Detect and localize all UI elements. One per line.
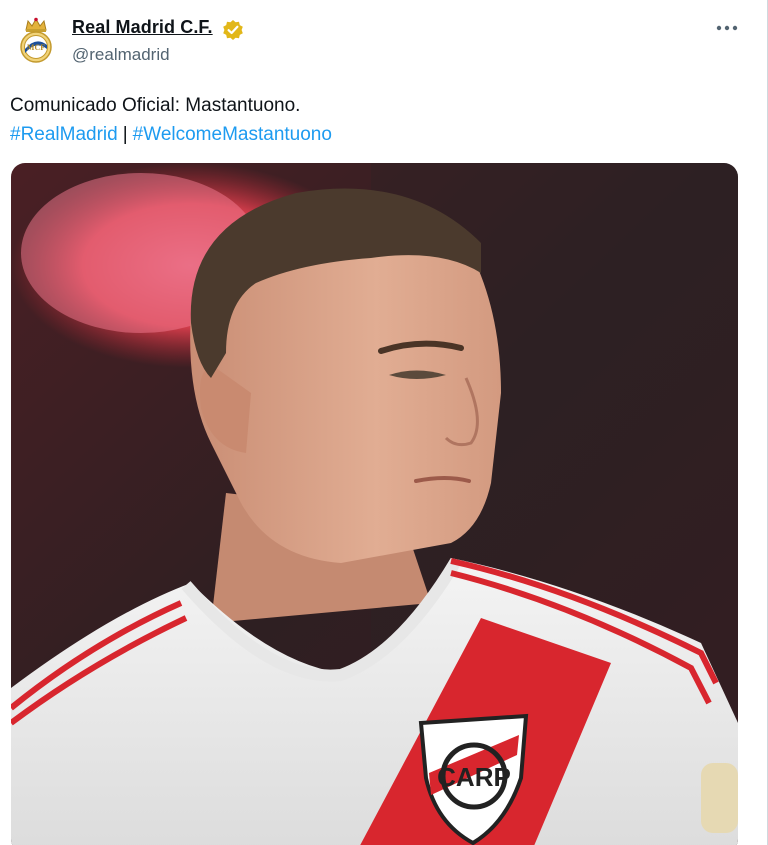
tweet-text: Comunicado Oficial: Mastantuono. #RealMa…	[10, 91, 332, 149]
real-madrid-crest-icon: MCF	[20, 17, 52, 63]
verified-gold-badge-icon	[223, 20, 243, 40]
hashtag-link[interactable]: #RealMadrid	[10, 124, 118, 145]
more-dots-icon	[716, 25, 738, 31]
author-name[interactable]: Real Madrid C.F.	[72, 17, 213, 38]
verified-badge	[222, 19, 244, 41]
author-avatar[interactable]: MCF	[17, 16, 55, 64]
tweet-text-line: Comunicado Oficial: Mastantuono.	[10, 95, 301, 116]
author-handle[interactable]: @realmadrid	[72, 45, 170, 65]
svg-text:MCF: MCF	[27, 43, 45, 52]
more-options-button[interactable]	[712, 14, 742, 42]
hashtag-separator: |	[122, 124, 128, 145]
tweet-card: MCF Real Madrid C.F. @realmadrid Comunic…	[0, 0, 768, 845]
hashtag-link[interactable]: #WelcomeMastantuono	[133, 124, 332, 145]
player-photo: CARP	[11, 163, 738, 845]
crest-text: CARP	[437, 762, 511, 792]
tweet-media-photo[interactable]: CARP	[11, 163, 738, 845]
tweet-hashtags-line: #RealMadrid | #WelcomeMastantuono	[10, 120, 332, 149]
